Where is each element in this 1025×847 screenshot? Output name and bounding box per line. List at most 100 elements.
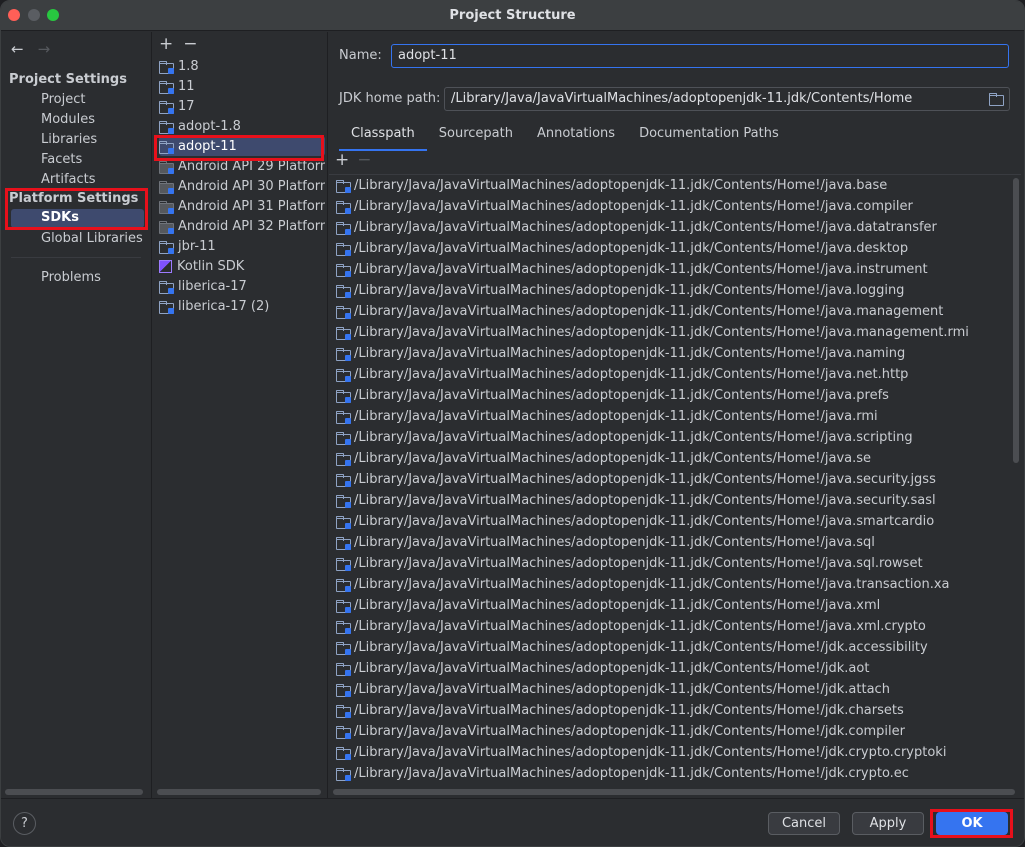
sdk-item[interactable]: Android API 30 Platform <box>159 176 325 196</box>
classpath-row[interactable]: /Library/Java/JavaVirtualMachines/adopto… <box>329 364 1021 385</box>
classpath-row[interactable]: /Library/Java/JavaVirtualMachines/adopto… <box>329 322 1021 343</box>
nav-item-libraries[interactable]: Libraries <box>41 132 97 147</box>
module-folder-icon <box>336 453 351 466</box>
nav-horizontal-scrollbar[interactable] <box>5 789 143 795</box>
jdk-home-path-field[interactable]: /Library/Java/JavaVirtualMachines/adopto… <box>444 87 1010 111</box>
classpath-row[interactable]: /Library/Java/JavaVirtualMachines/adopto… <box>329 490 1021 511</box>
add-sdk-button[interactable]: + <box>159 34 173 54</box>
module-folder-icon <box>336 663 351 676</box>
module-folder-icon <box>336 600 351 613</box>
nav-item-modules[interactable]: Modules <box>41 112 95 127</box>
sdk-item-label: liberica-17 <box>178 278 247 294</box>
tab-sourcepath[interactable]: Sourcepath <box>427 124 525 151</box>
module-folder-icon <box>336 726 351 739</box>
module-folder-icon <box>336 642 351 655</box>
sdk-item-label: jbr-11 <box>178 238 216 254</box>
classpath-row[interactable]: /Library/Java/JavaVirtualMachines/adopto… <box>329 679 1021 700</box>
sdk-item[interactable]: adopt-1.8 <box>159 116 325 136</box>
classpath-row[interactable]: /Library/Java/JavaVirtualMachines/adopto… <box>329 469 1021 490</box>
classpath-row[interactable]: /Library/Java/JavaVirtualMachines/adopto… <box>329 343 1021 364</box>
classpath-row[interactable]: /Library/Java/JavaVirtualMachines/adopto… <box>329 280 1021 301</box>
sdk-item[interactable]: Android API 31 Platform <box>159 196 325 216</box>
classpath-path: /Library/Java/JavaVirtualMachines/adopto… <box>354 703 904 718</box>
classpath-row[interactable]: /Library/Java/JavaVirtualMachines/adopto… <box>329 700 1021 721</box>
nav-item-global-libraries[interactable]: Global Libraries <box>41 231 143 246</box>
classpath-horizontal-scrollbar[interactable] <box>333 789 1015 795</box>
nav-arrows: ← → <box>11 40 50 58</box>
classpath-row[interactable]: /Library/Java/JavaVirtualMachines/adopto… <box>329 532 1021 553</box>
sdk-item-label: Android API 30 Platform <box>178 178 325 194</box>
sdk-list-panel: + − 1.8 11 17 adopt-1.8 adopt-11 Android API … <box>153 32 328 798</box>
remove-sdk-button[interactable]: − <box>183 34 197 54</box>
sdk-item-label: Kotlin SDK <box>177 258 245 274</box>
sdk-item-label: Android API 31 Platform <box>178 198 325 214</box>
tab-classpath[interactable]: Classpath <box>339 124 427 151</box>
arrow-left-icon[interactable]: ← <box>11 40 24 58</box>
module-folder-icon <box>336 621 351 634</box>
android-folder-icon <box>159 160 174 174</box>
classpath-row[interactable]: /Library/Java/JavaVirtualMachines/adopto… <box>329 217 1021 238</box>
sdk-item[interactable]: Android API 32 Platform <box>159 216 325 236</box>
classpath-path: /Library/Java/JavaVirtualMachines/adopto… <box>354 745 947 760</box>
project-settings-header: Project Settings <box>9 72 127 87</box>
nav-item-facets[interactable]: Facets <box>41 152 82 167</box>
tab-documentation-paths[interactable]: Documentation Paths <box>627 124 791 151</box>
classpath-row[interactable]: /Library/Java/JavaVirtualMachines/adopto… <box>329 616 1021 637</box>
classpath-row[interactable]: /Library/Java/JavaVirtualMachines/adopto… <box>329 238 1021 259</box>
jdk-folder-icon <box>159 280 174 294</box>
classpath-path: /Library/Java/JavaVirtualMachines/adopto… <box>354 556 923 571</box>
module-folder-icon <box>336 327 351 340</box>
classpath-row[interactable]: /Library/Java/JavaVirtualMachines/adopto… <box>329 448 1021 469</box>
classpath-row[interactable]: /Library/Java/JavaVirtualMachines/adopto… <box>329 742 1021 763</box>
classpath-vertical-scrollbar[interactable] <box>1013 178 1019 463</box>
arrow-right-icon[interactable]: → <box>38 40 51 58</box>
classpath-row[interactable]: /Library/Java/JavaVirtualMachines/adopto… <box>329 406 1021 427</box>
jdk-folder-icon <box>159 120 174 134</box>
module-folder-icon <box>336 243 351 256</box>
sdk-item[interactable]: Kotlin SDK <box>159 256 325 276</box>
classpath-row[interactable]: /Library/Java/JavaVirtualMachines/adopto… <box>329 511 1021 532</box>
classpath-row[interactable]: /Library/Java/JavaVirtualMachines/adopto… <box>329 574 1021 595</box>
cancel-button[interactable]: Cancel <box>768 812 840 835</box>
classpath-row[interactable]: /Library/Java/JavaVirtualMachines/adopto… <box>329 763 1021 784</box>
classpath-row[interactable]: /Library/Java/JavaVirtualMachines/adopto… <box>329 301 1021 322</box>
remove-classpath-button[interactable]: − <box>357 150 371 170</box>
sdk-item[interactable]: 1.8 <box>159 56 325 76</box>
classpath-row[interactable]: /Library/Java/JavaVirtualMachines/adopto… <box>329 637 1021 658</box>
sdk-item-label: Android API 32 Platform <box>178 218 325 234</box>
classpath-path: /Library/Java/JavaVirtualMachines/adopto… <box>354 178 888 193</box>
browse-folder-icon[interactable] <box>989 93 1004 106</box>
apply-button[interactable]: Apply <box>852 812 924 835</box>
classpath-row[interactable]: /Library/Java/JavaVirtualMachines/adopto… <box>329 721 1021 742</box>
highlight-platform-settings <box>5 188 148 230</box>
classpath-row[interactable]: /Library/Java/JavaVirtualMachines/adopto… <box>329 175 1021 196</box>
name-field[interactable]: adopt-11 <box>391 44 1009 68</box>
add-classpath-button[interactable]: + <box>335 150 349 170</box>
classpath-row[interactable]: /Library/Java/JavaVirtualMachines/adopto… <box>329 595 1021 616</box>
nav-item-project[interactable]: Project <box>41 92 85 107</box>
sdk-item[interactable]: 17 <box>159 96 325 116</box>
classpath-row[interactable]: /Library/Java/JavaVirtualMachines/adopto… <box>329 427 1021 448</box>
classpath-row[interactable]: /Library/Java/JavaVirtualMachines/adopto… <box>329 553 1021 574</box>
sdk-item[interactable]: liberica-17 <box>159 276 325 296</box>
classpath-row[interactable]: /Library/Java/JavaVirtualMachines/adopto… <box>329 196 1021 217</box>
tab-annotations[interactable]: Annotations <box>525 124 627 151</box>
classpath-path: /Library/Java/JavaVirtualMachines/adopto… <box>354 262 928 277</box>
classpath-row[interactable]: /Library/Java/JavaVirtualMachines/adopto… <box>329 259 1021 280</box>
sdk-item[interactable]: 11 <box>159 76 325 96</box>
classpath-path: /Library/Java/JavaVirtualMachines/adopto… <box>354 682 890 697</box>
sdk-item-label: adopt-1.8 <box>178 118 241 134</box>
classpath-row[interactable]: /Library/Java/JavaVirtualMachines/adopto… <box>329 385 1021 406</box>
kotlin-icon <box>159 259 172 273</box>
module-folder-icon <box>336 747 351 760</box>
sdk-horizontal-scrollbar[interactable] <box>157 789 321 795</box>
classpath-path: /Library/Java/JavaVirtualMachines/adopto… <box>354 661 870 676</box>
nav-item-problems[interactable]: Problems <box>41 270 101 285</box>
nav-item-artifacts[interactable]: Artifacts <box>41 172 96 187</box>
sdk-item[interactable]: jbr-11 <box>159 236 325 256</box>
classpath-row[interactable]: /Library/Java/JavaVirtualMachines/adopto… <box>329 658 1021 679</box>
android-folder-icon <box>159 220 174 234</box>
sdk-item[interactable]: liberica-17 (2) <box>159 296 325 316</box>
classpath-path: /Library/Java/JavaVirtualMachines/adopto… <box>354 199 913 214</box>
help-button[interactable]: ? <box>13 812 36 835</box>
